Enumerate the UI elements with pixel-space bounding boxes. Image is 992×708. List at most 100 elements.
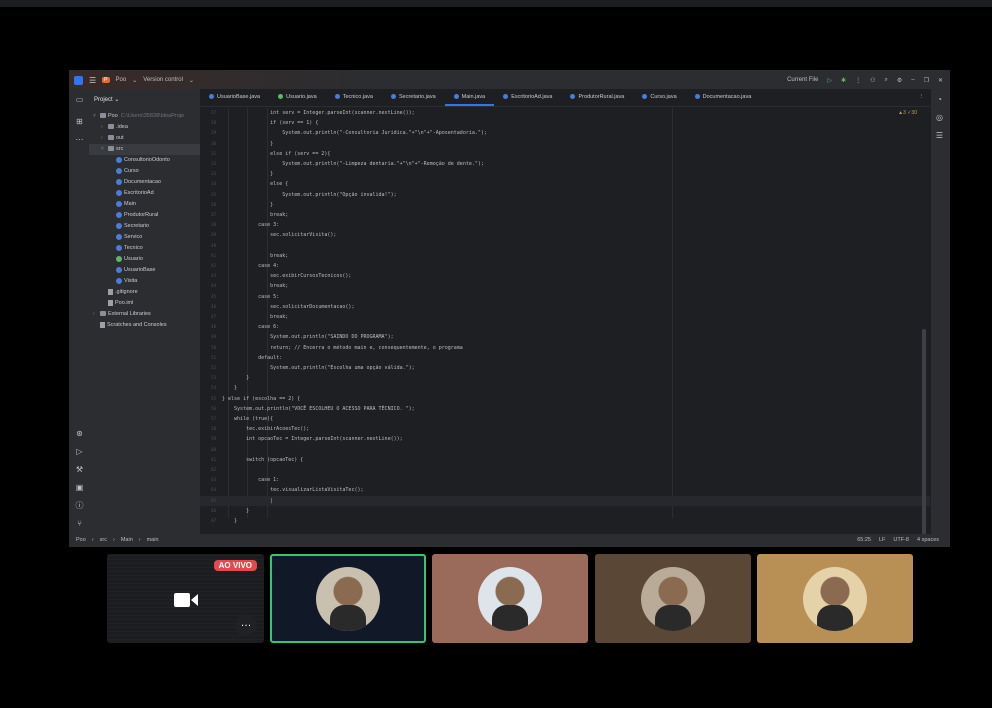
code-line[interactable]: 29 System.out.println("-Consultoria Juri… [200, 128, 930, 138]
tree-item[interactable]: Servico [89, 232, 200, 243]
participant-tile[interactable] [432, 554, 588, 643]
tree-item[interactable]: Documentacao [89, 177, 200, 188]
tree-item[interactable]: .gitignore [89, 287, 200, 298]
code-line[interactable]: 62 [200, 465, 930, 475]
editor-vertical-scrollbar[interactable] [922, 329, 926, 546]
caret-position[interactable]: 65:25 [857, 534, 871, 546]
tree-item[interactable]: ProdutorRural [89, 210, 200, 221]
editor-tab[interactable]: EscritorioAd.java [494, 89, 561, 106]
tree-item[interactable]: ˅ src [89, 144, 200, 155]
build-icon[interactable]: ⚒ [74, 464, 85, 475]
editor-tab[interactable]: Tecnico.java [326, 89, 382, 106]
tree-item[interactable]: UsuarioBase [89, 265, 200, 276]
main-menu-icon[interactable]: ☰ [89, 76, 96, 85]
code-line[interactable]: 33 } [200, 169, 930, 179]
code-line[interactable]: 34 else { [200, 179, 930, 189]
more-options-button[interactable]: … [235, 614, 257, 636]
maximize-icon[interactable]: ❐ [924, 77, 929, 84]
editor-tab[interactable]: ProdutorRural.java [561, 89, 633, 106]
code-line[interactable]: 30 } [200, 139, 930, 149]
code-line[interactable]: 66 } [200, 506, 930, 516]
tree-item[interactable]: EscritorioAd [89, 188, 200, 199]
code-line[interactable]: 67 } [200, 516, 930, 526]
code-line[interactable]: 54 } [200, 383, 930, 393]
editor-tab[interactable]: Usuario.java [269, 89, 326, 106]
code-line[interactable]: 43 sec.exibirCursosTecnicos(); [200, 271, 930, 281]
run-config-select[interactable]: Current File [787, 77, 818, 83]
tree-item[interactable]: Curso [89, 166, 200, 177]
line-separator[interactable]: LF [879, 534, 885, 546]
tree-item[interactable]: Secretario [89, 221, 200, 232]
code-line[interactable]: 28 if (serv == 1) { [200, 118, 930, 128]
run-icon[interactable]: ▷ [827, 77, 832, 84]
screen-share-tile[interactable]: AO VIVO … [107, 554, 264, 643]
code-line[interactable]: 41 break; [200, 251, 930, 261]
code-line[interactable]: 56 System.out.println("VOCÊ ESCOLHEU O A… [200, 404, 930, 414]
debug-icon[interactable]: ✱ [841, 77, 846, 84]
tree-item[interactable]: Visita [89, 276, 200, 287]
participant-tile[interactable] [595, 554, 751, 643]
indent-setting[interactable]: 4 spaces [917, 534, 939, 546]
project-panel-title[interactable]: Project ⌄ [89, 89, 200, 111]
notifications-icon[interactable]: ◔ [934, 94, 945, 105]
code-line[interactable]: 42 case 4: [200, 261, 930, 271]
tree-item[interactable]: Poo.iml [89, 298, 200, 309]
code-line[interactable]: 37 break; [200, 210, 930, 220]
tree-item[interactable]: ˅ Poo C:\Users\35838\IdeaProje [89, 111, 200, 122]
tree-item[interactable]: › External Libraries [89, 309, 200, 320]
editor-tab[interactable]: Documentacao.java [686, 89, 761, 106]
code-line[interactable]: 55} else if (escolha == 2) { [200, 394, 930, 404]
project-folder-icon[interactable]: ▭ [74, 94, 85, 105]
terminal-icon[interactable]: ▣ [74, 482, 85, 493]
code-line[interactable]: 59 int opcaoTec = Integer.parseInt(scann… [200, 434, 930, 444]
more-tools-icon[interactable]: ⋯ [74, 134, 85, 145]
code-line[interactable]: 49 System.out.println("SAINDO DO PROGRAM… [200, 332, 930, 342]
code-area[interactable]: 27 int serv = Integer.parseInt(scanner.n… [200, 108, 930, 536]
breadcrumb-item[interactable]: Main [121, 534, 133, 546]
code-line[interactable]: 32 System.out.println("-Limpeza dentaria… [200, 159, 930, 169]
code-line[interactable]: 57 while (true){ [200, 414, 930, 424]
breadcrumb-item[interactable]: Poo [76, 534, 86, 546]
code-line[interactable]: 47 break; [200, 312, 930, 322]
tree-item[interactable]: Usuario [89, 254, 200, 265]
editor-tab[interactable]: Secretario.java [382, 89, 445, 106]
code-line[interactable]: 39 sec.solicitarVisita(); [200, 230, 930, 240]
code-line[interactable]: 35 System.out.println("Opção invalida!")… [200, 190, 930, 200]
code-editor[interactable]: UsuarioBase.java Usuario.java Tecnico.java… [200, 89, 933, 546]
code-line[interactable]: 44 break; [200, 281, 930, 291]
code-line[interactable]: 50 return; // Encerra o método main e, c… [200, 343, 930, 353]
code-line[interactable]: 48 case 6: [200, 322, 930, 332]
minimize-icon[interactable]: – [911, 77, 914, 83]
code-line[interactable]: 45 case 5: [200, 292, 930, 302]
code-line[interactable]: 46 sec.solicitarDocumentacao(); [200, 302, 930, 312]
tree-item[interactable]: Tecnico [89, 243, 200, 254]
run-tool-icon[interactable]: ▷ [74, 446, 85, 457]
code-line[interactable]: 65 | [200, 495, 930, 506]
code-line[interactable]: 38 case 3: [200, 220, 930, 230]
code-with-me-icon[interactable]: ⚇ [870, 77, 875, 84]
code-line[interactable]: 52 System.out.println("Escolha uma opção… [200, 363, 930, 373]
search-icon[interactable]: ⌕ [884, 77, 887, 84]
editor-tab[interactable]: UsuarioBase.java [200, 89, 269, 106]
project-switcher[interactable]: Poo [116, 77, 127, 83]
structure-icon[interactable]: ⊞ [74, 116, 85, 127]
code-line[interactable]: 27 int serv = Integer.parseInt(scanner.n… [200, 108, 930, 118]
file-encoding[interactable]: UTF-8 [893, 534, 909, 546]
database-icon[interactable]: ☰ [934, 130, 945, 141]
tree-item[interactable]: › .idea [89, 122, 200, 133]
tree-item[interactable]: Scratches and Consoles [89, 320, 200, 331]
participant-tile[interactable] [270, 554, 426, 643]
settings-icon[interactable]: ⚙ [897, 77, 902, 84]
code-line[interactable]: 53 } [200, 373, 930, 383]
problems-icon[interactable]: ⓘ [74, 500, 85, 511]
participant-tile[interactable] [757, 554, 913, 643]
editor-tab[interactable]: Main.java [444, 89, 495, 106]
code-line[interactable]: 36 } [200, 200, 930, 210]
code-line[interactable]: 64 tec.visualizarListaVisitaTec(); [200, 485, 930, 495]
tree-item[interactable]: Main [89, 199, 200, 210]
code-line[interactable]: 58 tec.exibirAcoesTec(); [200, 424, 930, 434]
editor-tab[interactable]: Curso.java [633, 89, 685, 106]
code-line[interactable]: 51 default: [200, 353, 930, 363]
code-line[interactable]: 40 [200, 241, 930, 251]
code-line[interactable]: 60 [200, 445, 930, 455]
